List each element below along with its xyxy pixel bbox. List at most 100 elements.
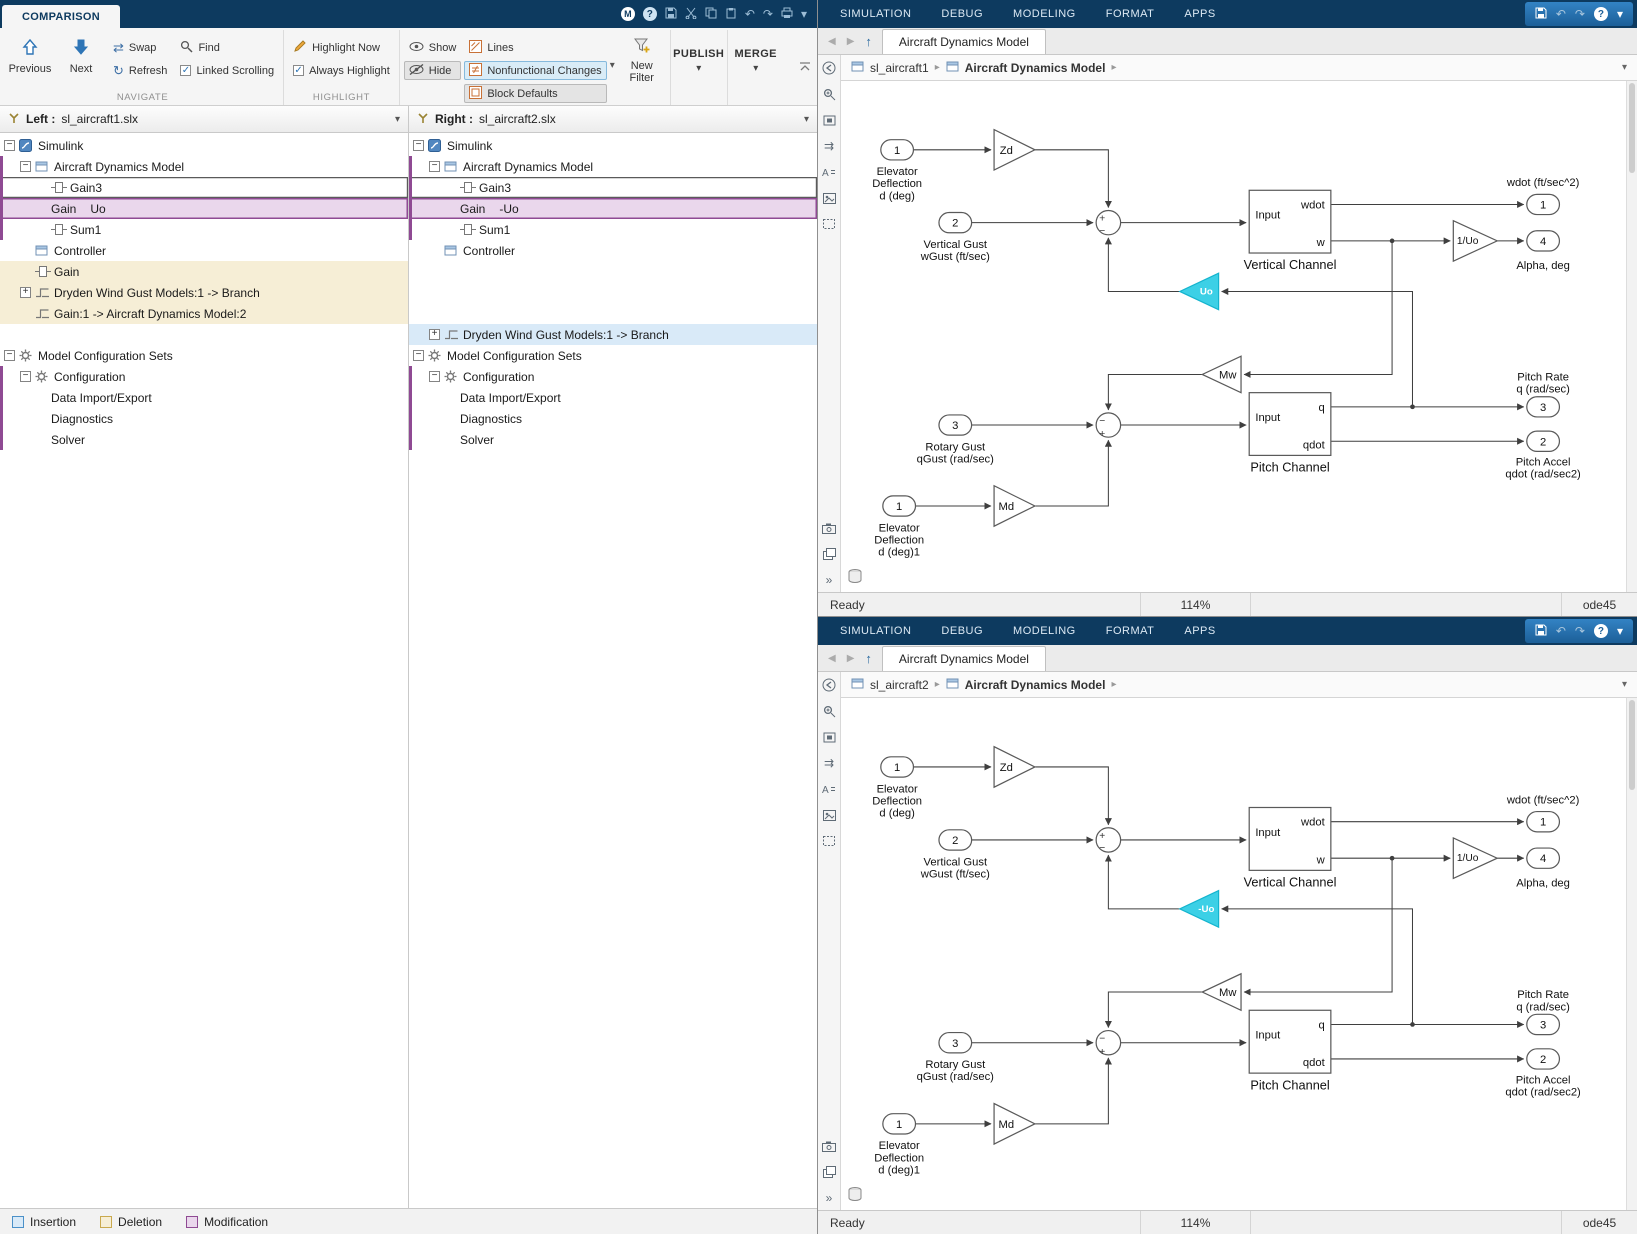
- annotation-icon[interactable]: A: [821, 781, 838, 797]
- mw-gain-block[interactable]: Mw: [1202, 974, 1241, 1010]
- inv-uo-gain-block[interactable]: 1/Uo: [1453, 838, 1497, 879]
- vertical-channel-block[interactable]: Input wdot w Vertical Channel: [1244, 807, 1337, 889]
- breadcrumb-model-root[interactable]: sl_aircraft1: [870, 61, 929, 75]
- redo-icon[interactable]: ↷: [1575, 625, 1585, 637]
- tree-node[interactable]: Data Import/Export: [0, 387, 408, 408]
- zd-gain-block[interactable]: Zd: [994, 130, 1035, 170]
- zoom-icon[interactable]: [821, 86, 838, 102]
- expander-plus-icon[interactable]: +: [20, 287, 31, 298]
- sum-block-pitch[interactable]: − +: [1096, 1031, 1120, 1058]
- inport-3-block[interactable]: 3 Rotary Gust qGust (rad/sec): [917, 1033, 995, 1084]
- tree-node[interactable]: −Simulink: [0, 135, 408, 156]
- tab-format[interactable]: FORMAT: [1106, 625, 1155, 637]
- layers-icon[interactable]: [821, 1164, 838, 1180]
- tree-node[interactable]: −Model Configuration Sets: [0, 345, 408, 366]
- pane-menu-dropdown[interactable]: ▾: [804, 114, 809, 125]
- inport-1-block[interactable]: 1 Elevator Deflection d (deg): [872, 140, 922, 203]
- area-icon[interactable]: [821, 216, 838, 232]
- model-canvas[interactable]: 1 Elevator Deflection d (deg) Zd 2 Verti…: [841, 81, 1637, 592]
- tree-node[interactable]: −Configuration: [0, 366, 408, 387]
- tree-node[interactable]: +Dryden Wind Gust Models:1 -> Branch: [409, 324, 817, 345]
- expander-minus-icon[interactable]: −: [429, 371, 440, 382]
- tree-node[interactable]: Gain-Uo: [409, 198, 817, 219]
- uo-gain-block-highlighted[interactable]: -Uo: [1180, 891, 1219, 927]
- block-diagram[interactable]: 1 Elevator Deflection d (deg) Zd 2 Verti…: [841, 698, 1637, 1210]
- inport-2-block[interactable]: 2 Vertical Gust wGust (ft/sec): [920, 213, 990, 264]
- filter-lines-toggle[interactable]: Lines: [464, 38, 606, 57]
- fit-to-view-icon[interactable]: [821, 729, 838, 745]
- comparison-tab[interactable]: COMPARISON: [2, 5, 120, 28]
- annotation-icon[interactable]: A: [821, 164, 838, 180]
- previous-button[interactable]: Previous: [6, 32, 54, 75]
- undo-icon[interactable]: ↶: [745, 8, 755, 20]
- cut-icon[interactable]: [685, 7, 697, 22]
- save-icon[interactable]: [1535, 7, 1547, 22]
- layers-icon[interactable]: [821, 546, 838, 562]
- screenshot-icon[interactable]: [821, 1138, 838, 1154]
- mw-gain-block[interactable]: Mw: [1202, 356, 1241, 392]
- sum-block-vertical[interactable]: + −: [1096, 828, 1120, 854]
- pane-menu-dropdown[interactable]: ▾: [395, 114, 400, 125]
- find-button[interactable]: Find: [175, 38, 279, 57]
- signal-routing-icon[interactable]: ⇉: [821, 138, 838, 154]
- chevron-down-icon[interactable]: ▾: [1617, 8, 1623, 20]
- help-icon[interactable]: ?: [643, 7, 657, 21]
- undo-icon[interactable]: ↶: [1556, 625, 1566, 637]
- tab-debug[interactable]: DEBUG: [941, 625, 983, 637]
- signal-wires[interactable]: [913, 150, 1523, 506]
- tree-node[interactable]: Gain: [0, 261, 408, 282]
- chevron-down-icon[interactable]: ▾: [1617, 625, 1623, 637]
- undo-icon[interactable]: ↶: [1556, 8, 1566, 20]
- expander-minus-icon[interactable]: −: [4, 350, 15, 361]
- tree-node[interactable]: −Simulink: [409, 135, 817, 156]
- breadcrumb-model-root[interactable]: sl_aircraft2: [870, 678, 929, 692]
- expander-minus-icon[interactable]: −: [20, 161, 31, 172]
- collapse-toolstrip-button[interactable]: [797, 60, 813, 74]
- image-icon[interactable]: [821, 807, 838, 823]
- outport-3-block[interactable]: 3 Pitch Rate q (rad/sec): [1516, 989, 1570, 1034]
- highlight-now-button[interactable]: Highlight Now: [288, 38, 395, 57]
- tree-node[interactable]: Solver: [409, 429, 817, 450]
- tree-node[interactable]: Gain3: [409, 177, 817, 198]
- signal-wires[interactable]: [913, 767, 1523, 1124]
- right-pane-header[interactable]: Right : sl_aircraft2.slx ▾: [409, 106, 817, 132]
- always-highlight-toggle[interactable]: ✓ Always Highlight: [288, 61, 395, 80]
- scrollbar-thumb[interactable]: [1629, 700, 1635, 790]
- up-to-parent-icon[interactable]: ↑: [865, 652, 872, 665]
- expand-palette-icon[interactable]: »: [821, 572, 838, 588]
- inport-1-block[interactable]: 1 Elevator Deflection d (deg): [872, 757, 922, 820]
- paste-icon[interactable]: [725, 7, 737, 22]
- expander-minus-icon[interactable]: −: [413, 350, 424, 361]
- chevron-down-icon[interactable]: ▾: [801, 8, 807, 20]
- outport-4-block[interactable]: 4 Alpha, deg: [1516, 848, 1570, 890]
- tree-node[interactable]: Solver: [0, 429, 408, 450]
- refresh-button[interactable]: ↻ Refresh: [108, 61, 172, 80]
- inv-uo-gain-block[interactable]: 1/Uo: [1453, 221, 1497, 261]
- breadcrumb-dropdown[interactable]: ▾: [1622, 62, 1627, 73]
- back-icon[interactable]: ◀: [828, 654, 836, 664]
- up-to-parent-icon[interactable]: ↑: [865, 35, 872, 48]
- next-button[interactable]: Next: [57, 32, 105, 75]
- tree-node[interactable]: −Aircraft Dynamics Model: [0, 156, 408, 177]
- help-icon[interactable]: ?: [1594, 624, 1608, 638]
- tree-node[interactable]: Controller: [0, 240, 408, 261]
- print-icon[interactable]: [781, 7, 793, 22]
- linked-scrolling-toggle[interactable]: ✓ Linked Scrolling: [175, 61, 279, 80]
- document-tab[interactable]: Aircraft Dynamics Model: [882, 646, 1046, 671]
- tab-apps[interactable]: APPS: [1184, 625, 1215, 637]
- tab-simulation[interactable]: SIMULATION: [840, 625, 911, 637]
- forward-icon[interactable]: ▶: [847, 37, 855, 47]
- breadcrumb-subsystem[interactable]: Aircraft Dynamics Model: [965, 61, 1106, 75]
- sum-block-vertical[interactable]: + −: [1096, 211, 1120, 237]
- filter-block-defaults-toggle[interactable]: Block Defaults: [464, 84, 606, 103]
- inport-1b-block[interactable]: 1 Elevator Deflection d (deg)1: [874, 1114, 924, 1177]
- tree-node[interactable]: Sum1: [409, 219, 817, 240]
- signal-routing-icon[interactable]: ⇉: [821, 755, 838, 771]
- back-icon[interactable]: ◀: [828, 37, 836, 47]
- show-button[interactable]: Show: [404, 38, 462, 57]
- tree-node[interactable]: −Model Configuration Sets: [409, 345, 817, 366]
- hide-browser-icon[interactable]: [821, 60, 838, 76]
- vertical-scrollbar[interactable]: [1626, 81, 1637, 592]
- outport-1-block[interactable]: 1 wdot (ft/sec^2): [1506, 177, 1580, 214]
- md-gain-block[interactable]: Md: [994, 1104, 1035, 1145]
